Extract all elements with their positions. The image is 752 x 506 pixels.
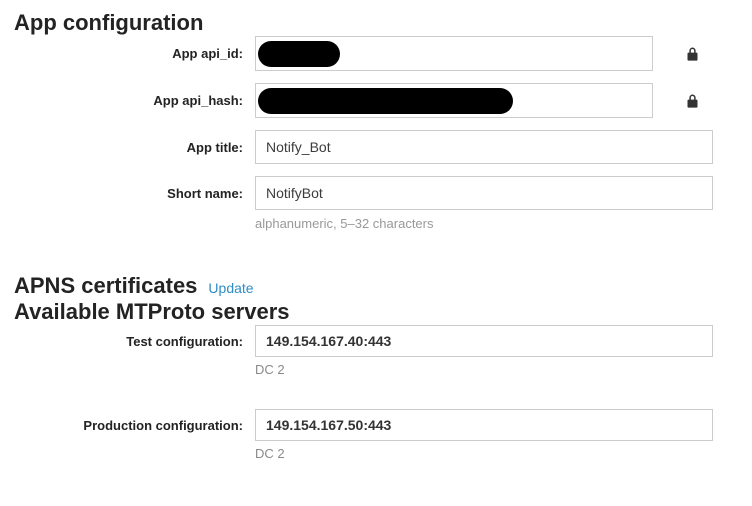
api-hash-lock-icon [687, 94, 698, 108]
app-title-label: App title: [14, 140, 243, 155]
test-configuration-label: Test configuration: [14, 334, 243, 349]
apns-heading-row: APNS certificates Update [14, 273, 738, 299]
production-configuration-dc-text: DC 2 [255, 446, 738, 461]
apns-certificates-heading: APNS certificates [14, 273, 197, 299]
mtproto-servers-heading: Available MTProto servers [14, 299, 738, 325]
short-name-label: Short name: [14, 186, 243, 201]
short-name-field: Short name: alphanumeric, 5–32 character… [14, 176, 738, 231]
test-configuration-input[interactable] [255, 325, 713, 357]
api-id-redaction-blob [258, 41, 340, 67]
api-hash-label: App api_hash: [14, 93, 243, 108]
short-name-helper-text: alphanumeric, 5–32 characters [255, 216, 738, 231]
production-configuration-label: Production configuration: [14, 418, 243, 433]
app-title-input[interactable] [255, 130, 713, 164]
app-settings-page: App configuration App api_id: App api_ha… [0, 0, 752, 461]
api-hash-input[interactable] [255, 83, 653, 118]
api-hash-redaction-blob [258, 88, 513, 114]
api-id-label: App api_id: [14, 46, 243, 61]
app-title-field: App title: [14, 130, 738, 164]
api-id-field: App api_id: [14, 36, 738, 71]
api-id-lock-icon [687, 47, 698, 61]
api-id-input[interactable] [255, 36, 653, 71]
production-configuration-field: Production configuration: DC 2 [14, 409, 738, 461]
test-configuration-dc-text: DC 2 [255, 362, 738, 377]
api-hash-field: App api_hash: [14, 83, 738, 118]
apns-update-link[interactable]: Update [208, 280, 253, 296]
app-configuration-heading: App configuration [14, 10, 738, 36]
short-name-input[interactable] [255, 176, 713, 210]
production-configuration-input[interactable] [255, 409, 713, 441]
test-configuration-field: Test configuration: DC 2 [14, 325, 738, 377]
